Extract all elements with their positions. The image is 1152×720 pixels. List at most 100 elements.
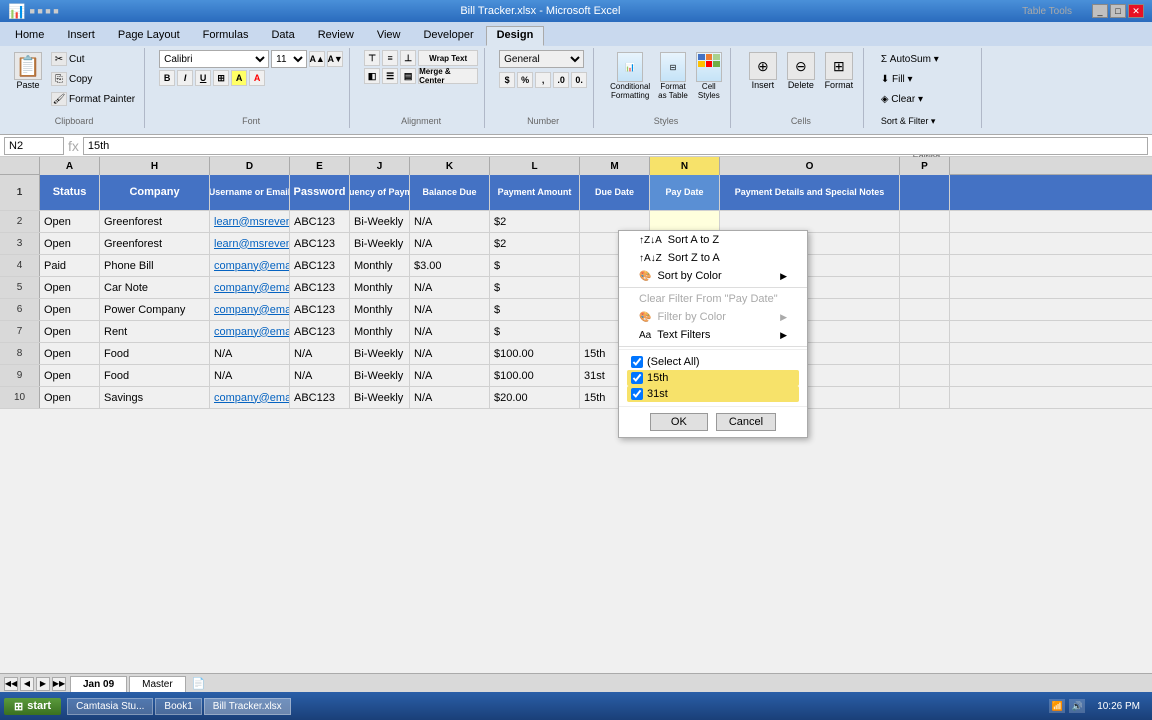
col-header-A[interactable]: A	[40, 157, 100, 175]
percent-button[interactable]: %	[517, 72, 533, 88]
tab-insert[interactable]: Insert	[56, 26, 106, 46]
email-link-3[interactable]: learn@msrevenda.com	[214, 238, 290, 250]
checkbox-15th-input[interactable]	[631, 372, 643, 384]
cell-payment-6[interactable]: $	[490, 299, 580, 320]
close-button[interactable]: ✕	[1128, 4, 1144, 18]
cell-company-4[interactable]: Phone Bill	[100, 255, 210, 276]
decrease-decimal-button[interactable]: 0.	[571, 72, 587, 88]
sheet-tab-jan09[interactable]: Jan 09	[70, 676, 127, 692]
cell-freq-8[interactable]: Bi-Weekly	[350, 343, 410, 364]
dropdown-cancel-button[interactable]: Cancel	[716, 413, 776, 431]
align-right-button[interactable]: ▤	[400, 68, 416, 84]
cell-freq-5[interactable]: Monthly	[350, 277, 410, 298]
tab-home[interactable]: Home	[4, 26, 55, 46]
cell-extra-3[interactable]	[900, 233, 950, 254]
cell-styles-button[interactable]: CellStyles	[694, 50, 724, 102]
cell-username-10[interactable]: company@email.com	[210, 387, 290, 408]
start-button[interactable]: ⊞ start	[4, 698, 61, 715]
cell-extra-10[interactable]	[900, 387, 950, 408]
col-header-O[interactable]: O	[720, 157, 900, 175]
col-header-L[interactable]: L	[490, 157, 580, 175]
autosum-button[interactable]: Σ AutoSum ▾	[878, 50, 942, 68]
cell-status-9[interactable]: Open	[40, 365, 100, 386]
sheet-nav-next[interactable]: ▶	[36, 677, 50, 691]
italic-button[interactable]: I	[177, 70, 193, 86]
tab-page-layout[interactable]: Page Layout	[107, 26, 191, 46]
cell-username-8[interactable]: N/A	[210, 343, 290, 364]
cell-password-2[interactable]: ABC123	[290, 211, 350, 232]
cell-username-7[interactable]: company@email.com	[210, 321, 290, 342]
merge-button[interactable]: Merge & Center	[418, 68, 478, 84]
email-link-5[interactable]: company@email.com	[214, 282, 290, 294]
cut-button[interactable]: ✂ Cut	[48, 50, 138, 68]
menu-sort-za[interactable]: ↑A↓Z Sort Z to A	[619, 249, 807, 267]
cell-notes-2[interactable]	[720, 211, 900, 232]
format-as-table-button[interactable]: ⊟ Formatas Table	[656, 50, 690, 102]
font-size-selector[interactable]: 11	[271, 50, 307, 68]
currency-button[interactable]: $	[499, 72, 515, 88]
cell-balance-7[interactable]: N/A	[410, 321, 490, 342]
sort-filter-button[interactable]: Sort & Filter ▾	[878, 112, 939, 130]
filter-dropdown-menu[interactable]: ↑Z↓A Sort A to Z ↑A↓Z Sort Z to A 🎨 Sort…	[618, 230, 808, 438]
col-header-D[interactable]: D	[210, 157, 290, 175]
name-box[interactable]	[4, 137, 64, 155]
cell-extra-9[interactable]	[900, 365, 950, 386]
cell-status-2[interactable]: Open	[40, 211, 100, 232]
cell-company-10[interactable]: Savings	[100, 387, 210, 408]
cell-balance-6[interactable]: N/A	[410, 299, 490, 320]
cell-extra-5[interactable]	[900, 277, 950, 298]
bold-button[interactable]: B	[159, 70, 175, 86]
wrap-text-button[interactable]: Wrap Text	[418, 50, 478, 66]
tab-developer[interactable]: Developer	[412, 26, 484, 46]
cell-paydate-2[interactable]	[650, 211, 720, 232]
sheet-nav-last[interactable]: ▶▶	[52, 677, 66, 691]
cell-status-4[interactable]: Paid	[40, 255, 100, 276]
menu-sort-az[interactable]: ↑Z↓A Sort A to Z	[619, 231, 807, 249]
insert-button[interactable]: ⊕ Insert	[745, 50, 781, 92]
align-center-button[interactable]: ☰	[382, 68, 398, 84]
sheet-nav-prev[interactable]: ◀	[20, 677, 34, 691]
fill-button[interactable]: ⬇ Fill ▾	[878, 70, 916, 88]
email-link-2[interactable]: learn@msrevenda.com	[214, 216, 290, 228]
cell-username-9[interactable]: N/A	[210, 365, 290, 386]
delete-button[interactable]: ⊖ Delete	[783, 50, 819, 92]
checkbox-31st-input[interactable]	[631, 388, 643, 400]
cell-company-5[interactable]: Car Note	[100, 277, 210, 298]
cell-password-5[interactable]: ABC123	[290, 277, 350, 298]
cell-balance-2[interactable]: N/A	[410, 211, 490, 232]
cell-freq-6[interactable]: Monthly	[350, 299, 410, 320]
cell-password-10[interactable]: ABC123	[290, 387, 350, 408]
cell-company-9[interactable]: Food	[100, 365, 210, 386]
cell-company-2[interactable]: Greenforest	[100, 211, 210, 232]
cell-payment-3[interactable]: $2	[490, 233, 580, 254]
clear-button[interactable]: ◈ Clear ▾	[878, 90, 926, 108]
cell-username-4[interactable]: company@email.com	[210, 255, 290, 276]
menu-sort-by-color[interactable]: 🎨 Sort by Color ▶	[619, 267, 807, 285]
col-header-P[interactable]: P	[900, 157, 950, 175]
cell-password-9[interactable]: N/A	[290, 365, 350, 386]
taskbar-item-book1[interactable]: Book1	[155, 698, 201, 715]
sheet-tab-add-icon[interactable]: 📄	[192, 677, 206, 690]
font-family-selector[interactable]: Calibri	[159, 50, 269, 68]
cell-balance-3[interactable]: N/A	[410, 233, 490, 254]
tab-data[interactable]: Data	[260, 26, 305, 46]
border-button[interactable]: ⊞	[213, 70, 229, 86]
cell-company-7[interactable]: Rent	[100, 321, 210, 342]
cell-freq-3[interactable]: Bi-Weekly	[350, 233, 410, 254]
tab-view[interactable]: View	[366, 26, 412, 46]
cell-payment-5[interactable]: $	[490, 277, 580, 298]
cell-balance-5[interactable]: N/A	[410, 277, 490, 298]
cell-extra-2[interactable]	[900, 211, 950, 232]
cell-password-3[interactable]: ABC123	[290, 233, 350, 254]
cell-status-8[interactable]: Open	[40, 343, 100, 364]
sheet-tab-master[interactable]: Master	[129, 676, 186, 692]
col-header-J[interactable]: J	[350, 157, 410, 175]
col-header-M[interactable]: M	[580, 157, 650, 175]
font-color-button[interactable]: A	[249, 70, 265, 86]
cell-duedate-2[interactable]	[580, 211, 650, 232]
cell-password-4[interactable]: ABC123	[290, 255, 350, 276]
align-left-button[interactable]: ◧	[364, 68, 380, 84]
cell-username-6[interactable]: company@email.com	[210, 299, 290, 320]
increase-decimal-button[interactable]: .0	[553, 72, 569, 88]
conditional-formatting-button[interactable]: 📊 ConditionalFormatting	[608, 50, 652, 102]
